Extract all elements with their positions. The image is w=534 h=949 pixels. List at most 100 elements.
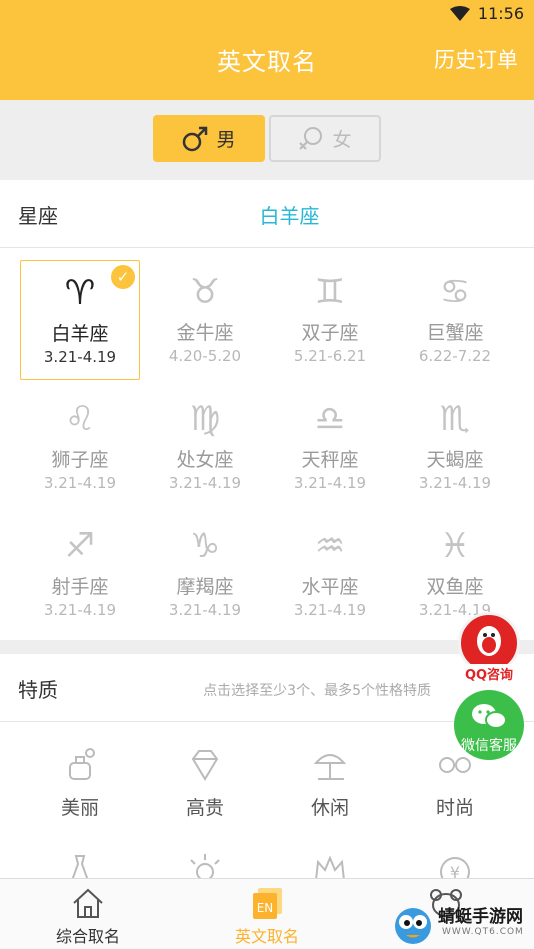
svg-text:EN: EN — [257, 901, 274, 915]
zodiac-name: 狮子座 — [51, 449, 109, 471]
trait-label: 时尚 — [435, 797, 474, 819]
male-symbol-icon — [183, 126, 208, 151]
trait-item-noble[interactable]: 高贵 — [145, 745, 265, 845]
gemini-icon: ♊ — [314, 272, 346, 312]
nav-label: 英文取名 — [234, 927, 299, 946]
sun-icon — [190, 854, 220, 878]
trait-item-wealth[interactable]: ¥ — [395, 852, 515, 878]
gender-male-label: 男 — [216, 129, 236, 151]
crown-icon — [315, 855, 345, 878]
dress-icon — [71, 855, 89, 878]
zodiac-date: 3.21-4.19 — [43, 348, 117, 366]
zodiac-date: 4.20-5.20 — [168, 347, 242, 365]
zodiac-name: 金牛座 — [176, 322, 234, 344]
trait-label: 高贵 — [185, 797, 224, 819]
zodiac-item-sagittarius[interactable]: ♐ 射手座 3.21-4.19 — [20, 514, 140, 634]
zodiac-item-scorpio[interactable]: ♏ 天蝎座 3.21-4.19 — [395, 387, 515, 507]
nav-item-english-naming[interactable]: EN 英文取名 — [207, 885, 327, 947]
trait-label: 美丽 — [60, 797, 99, 819]
wechat-icon — [472, 704, 507, 729]
zodiac-name: 双鱼座 — [426, 576, 484, 598]
trait-label: 休闲 — [310, 797, 349, 819]
female-symbol-icon — [299, 126, 323, 150]
zodiac-date: 3.21-4.19 — [43, 474, 117, 492]
zodiac-name: 双子座 — [301, 322, 359, 344]
home-icon — [73, 888, 103, 918]
gender-toggle-bar: 男 女 — [0, 100, 534, 180]
gender-female-button[interactable]: 女 — [269, 115, 381, 162]
zodiac-date: 3.21-4.19 — [293, 601, 367, 619]
constellation-row: 星座 白羊座 — [0, 180, 534, 248]
zodiac-name: 射手座 — [51, 576, 109, 598]
watermark-url: WWW.QT6.COM — [442, 927, 524, 937]
zodiac-name: 摩羯座 — [176, 576, 234, 598]
zodiac-date: 3.21-4.19 — [418, 474, 492, 492]
wifi-icon — [449, 5, 470, 21]
zodiac-item-libra[interactable]: ♎ 天秤座 3.21-4.19 — [270, 387, 390, 507]
zodiac-date: 3.21-4.19 — [168, 474, 242, 492]
zodiac-date: 3.21-4.19 — [168, 601, 242, 619]
aquarius-icon: ♒ — [314, 526, 346, 566]
gender-female-label: 女 — [332, 129, 352, 151]
perfume-icon — [69, 748, 95, 780]
aries-icon: ♈ — [64, 273, 96, 313]
zodiac-name: 巨蟹座 — [426, 322, 484, 344]
zodiac-date: 6.22-7.22 — [418, 347, 492, 365]
history-orders-button[interactable]: 历史订单 — [434, 44, 518, 74]
constellation-selected-value: 白羊座 — [259, 204, 320, 228]
traits-hint: 点击选择至少3个、最多5个性格特质 — [203, 683, 431, 699]
nav-item-general-naming[interactable]: 综合取名 — [28, 885, 148, 947]
diamond-icon — [191, 750, 219, 781]
libra-icon: ♎ — [314, 399, 346, 439]
zodiac-item-cancer[interactable]: ♋ 巨蟹座 6.22-7.22 — [395, 260, 515, 380]
zodiac-item-aquarius[interactable]: ♒ 水平座 3.21-4.19 — [270, 514, 390, 634]
zodiac-name: 水平座 — [301, 576, 359, 598]
zodiac-item-leo[interactable]: ♌ 狮子座 3.21-4.19 — [20, 387, 140, 507]
zodiac-name: 白羊座 — [51, 323, 109, 345]
zodiac-grid: ♈ 白羊座 3.21-4.19 ✓ ♉ 金牛座 4.20-5.20 ♊ 双子座 … — [0, 250, 534, 640]
status-time: 11:56 — [477, 4, 524, 23]
zodiac-date: 5.21-6.21 — [293, 347, 367, 365]
trait-item-royal[interactable] — [270, 852, 390, 878]
zodiac-item-taurus[interactable]: ♉ 金牛座 4.20-5.20 — [145, 260, 265, 380]
zodiac-name: 天秤座 — [301, 449, 359, 471]
section-divider — [0, 640, 534, 654]
watermark-title: 蜻蜓手游网 — [438, 907, 523, 927]
en-icon: EN — [253, 888, 282, 919]
capricorn-icon: ♑ — [189, 526, 221, 566]
qq-penguin-icon — [477, 626, 501, 656]
svg-text:¥: ¥ — [450, 863, 460, 878]
wechat-service-label: 微信客服 — [461, 738, 517, 754]
zodiac-item-gemini[interactable]: ♊ 双子座 5.21-6.21 — [270, 260, 390, 380]
leo-icon: ♌ — [64, 399, 96, 439]
zodiac-item-virgo[interactable]: ♍ 处女座 3.21-4.19 — [145, 387, 265, 507]
nav-label: 综合取名 — [55, 927, 120, 946]
status-bar: 11:56 — [0, 0, 534, 30]
dragonfly-mascot-icon — [395, 908, 431, 944]
qq-consult-label: QQ咨询 — [458, 664, 520, 683]
money-icon: ¥ — [440, 857, 470, 878]
scorpio-icon: ♏ — [439, 399, 471, 439]
zodiac-date: 3.21-4.19 — [43, 601, 117, 619]
zodiac-name: 处女座 — [176, 449, 234, 471]
trait-item-casual[interactable]: 休闲 — [270, 745, 390, 845]
taurus-icon: ♉ — [189, 272, 221, 312]
sagittarius-icon: ♐ — [64, 526, 96, 566]
zodiac-item-aries[interactable]: ♈ 白羊座 3.21-4.19 ✓ — [20, 260, 140, 380]
cancer-icon: ♋ — [439, 272, 471, 312]
zodiac-name: 天蝎座 — [426, 449, 484, 471]
zodiac-item-capricorn[interactable]: ♑ 摩羯座 3.21-4.19 — [145, 514, 265, 634]
site-watermark: 蜻蜓手游网 WWW.QT6.COM — [390, 900, 534, 949]
beach-umbrella-icon — [313, 754, 347, 780]
zodiac-date: 3.21-4.19 — [293, 474, 367, 492]
trait-item-fashion[interactable]: 时尚 — [395, 745, 515, 845]
virgo-icon: ♍ — [189, 399, 221, 439]
gender-male-button[interactable]: 男 — [153, 115, 265, 162]
trait-item-dress[interactable] — [20, 852, 140, 878]
trait-item-beautiful[interactable]: 美丽 — [20, 745, 140, 845]
app-header: 英文取名 历史订单 — [0, 30, 534, 100]
check-icon: ✓ — [111, 265, 135, 289]
traits-label: 特质 — [18, 678, 58, 702]
trait-item-sunny[interactable] — [145, 852, 265, 878]
pisces-icon: ♓ — [439, 526, 471, 566]
